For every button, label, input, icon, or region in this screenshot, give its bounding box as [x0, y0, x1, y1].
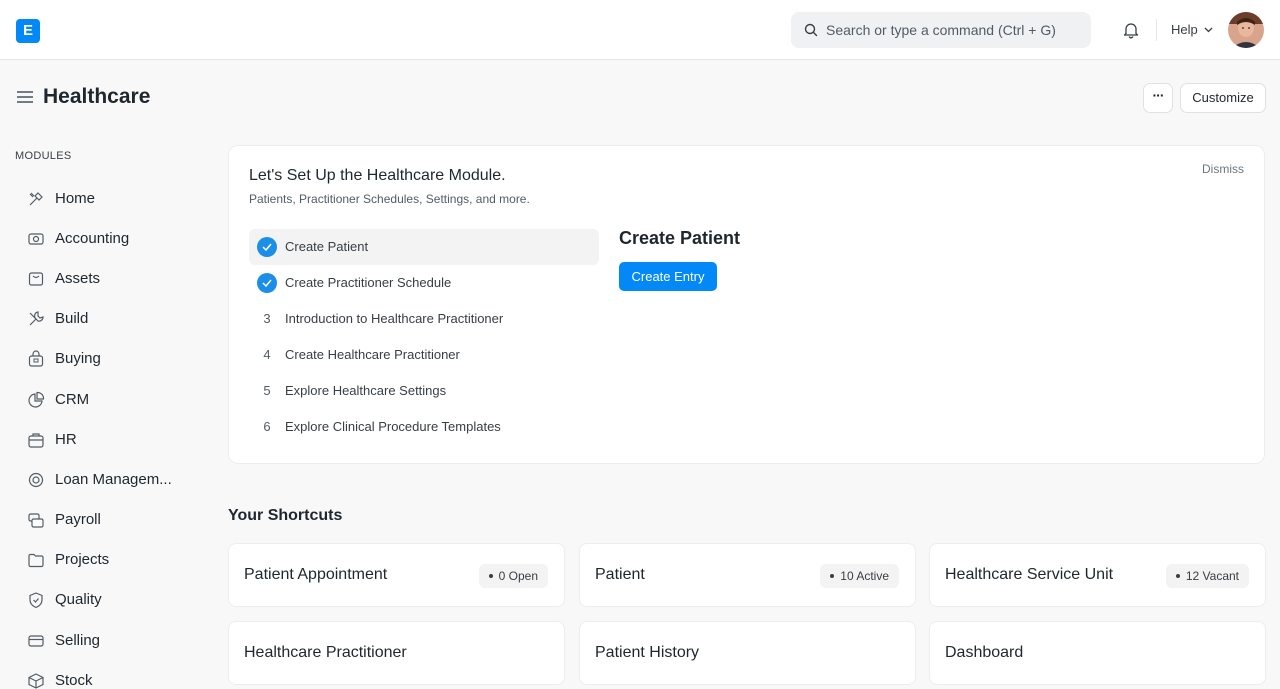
shortcut-card[interactable]: Healthcare Service Unit 12 Vacant: [929, 543, 1266, 607]
sidebar-item-label: Home: [55, 190, 96, 207]
sidebar-item-label: Payroll: [55, 511, 101, 528]
card-icon: [28, 635, 44, 647]
sidebar-item-label: Projects: [55, 551, 110, 568]
check-icon: [257, 237, 277, 257]
briefcase-icon: [28, 433, 44, 448]
step-detail-title: Create Patient: [619, 228, 741, 248]
sidebar-item-label: Stock: [55, 672, 93, 689]
status-badge: 10 Active: [820, 564, 899, 588]
folder-icon: [28, 553, 44, 568]
sidebar-item-home[interactable]: Home: [27, 187, 207, 211]
tools-icon: [29, 192, 43, 206]
package-icon: [28, 673, 44, 689]
step-number: 5: [263, 383, 271, 398]
onboarding-step[interactable]: 6 Explore Clinical Procedure Templates: [249, 409, 599, 445]
shortcut-label: Healthcare Practitioner: [244, 644, 407, 661]
shortcut-card[interactable]: Patient 10 Active: [579, 543, 916, 607]
bag-icon: [28, 350, 44, 367]
shortcut-label: Patient: [595, 566, 645, 583]
shield-icon: [29, 592, 43, 609]
hamburger-menu-icon[interactable]: [16, 89, 34, 105]
sidebar-item-label: HR: [55, 431, 77, 448]
page-title: Healthcare: [43, 85, 151, 108]
shortcuts-heading: Your Shortcuts: [228, 507, 343, 524]
sidebar-item-label: Build: [55, 310, 89, 327]
onboarding-subtitle: Patients, Practitioner Schedules, Settin…: [249, 192, 530, 206]
sidebar-item-crm[interactable]: CRM: [27, 388, 207, 412]
sidebar-item-loan-management[interactable]: Loan Managem...: [27, 468, 207, 492]
shortcut-card[interactable]: Patient Appointment 0 Open: [228, 543, 565, 607]
step-label: Introduction to Healthcare Practitioner: [285, 311, 504, 326]
step-label: Explore Clinical Procedure Templates: [285, 419, 501, 434]
more-actions-button[interactable]: ···: [1143, 83, 1173, 113]
status-badge: 0 Open: [478, 564, 548, 588]
navbar-divider: [1156, 19, 1157, 41]
stack-icon: [28, 513, 44, 528]
sidebar-item-accounting[interactable]: Accounting: [27, 227, 207, 251]
status-badge: 12 Vacant: [1165, 564, 1249, 588]
sidebar-item-stock[interactable]: Stock: [27, 669, 207, 689]
search-bar[interactable]: Search or type a command (Ctrl + G): [791, 12, 1091, 48]
dismiss-link[interactable]: Dismiss: [1202, 162, 1244, 176]
customize-button[interactable]: Customize: [1180, 83, 1266, 113]
sidebar-item-label: Accounting: [55, 230, 130, 247]
search-placeholder: Search or type a command (Ctrl + G): [826, 22, 1056, 38]
step-number: 3: [263, 311, 271, 326]
help-label: Help: [1171, 22, 1198, 37]
step-number: 4: [263, 347, 271, 362]
sidebar-item-quality[interactable]: Quality: [27, 588, 207, 612]
onboarding-card: Let's Set Up the Healthcare Module. Pati…: [228, 145, 1265, 464]
sidebar-item-label: Selling: [55, 632, 101, 649]
sidebar-item-hr[interactable]: HR: [27, 428, 207, 452]
sidebar-item-projects[interactable]: Projects: [27, 548, 207, 572]
onboarding-step[interactable]: 5 Explore Healthcare Settings: [249, 373, 599, 409]
step-number: 6: [263, 419, 271, 434]
onboarding-step[interactable]: Create Practitioner Schedule: [249, 265, 599, 301]
sidebar-item-label: Assets: [55, 270, 101, 287]
shortcut-label: Healthcare Service Unit: [945, 566, 1114, 583]
step-label: Create Healthcare Practitioner: [285, 347, 460, 362]
sidebar-section-label: MODULES: [15, 150, 72, 162]
shortcut-card[interactable]: Healthcare Practitioner: [228, 621, 565, 685]
shortcut-card[interactable]: Patient History: [579, 621, 916, 685]
onboarding-step[interactable]: Create Patient: [249, 229, 599, 265]
sidebar-item-label: CRM: [55, 391, 90, 408]
step-label: Explore Healthcare Settings: [285, 383, 447, 398]
sidebar-item-assets[interactable]: Assets: [27, 267, 207, 291]
onboarding-title: Let's Set Up the Healthcare Module.: [249, 167, 506, 184]
step-label: Create Practitioner Schedule: [285, 275, 452, 290]
shortcut-card[interactable]: Dashboard: [929, 621, 1266, 685]
create-entry-button[interactable]: Create Entry: [619, 262, 717, 291]
user-avatar[interactable]: [1228, 12, 1264, 48]
shortcut-label: Patient Appointment: [244, 566, 388, 583]
sidebar-item-label: Loan Managem...: [55, 471, 172, 488]
app-logo[interactable]: E: [16, 19, 40, 43]
pie-chart-icon: [28, 391, 45, 408]
money-icon: [28, 233, 44, 245]
coins-icon: [28, 472, 44, 488]
sidebar-item-label: Buying: [55, 350, 101, 367]
onboarding-step[interactable]: 3 Introduction to Healthcare Practitione…: [249, 301, 599, 337]
sidebar-item-buying[interactable]: Buying: [27, 347, 207, 371]
search-icon: [804, 23, 818, 37]
check-icon: [257, 273, 277, 293]
wrench-icon: [29, 311, 44, 326]
sidebar-item-payroll[interactable]: Payroll: [27, 508, 207, 532]
sidebar-item-selling[interactable]: Selling: [27, 629, 207, 653]
shortcut-label: Patient History: [595, 644, 700, 661]
sidebar-item-build[interactable]: Build: [27, 307, 207, 331]
sidebar-item-label: Quality: [55, 591, 102, 608]
box-icon: [28, 272, 44, 286]
onboarding-step[interactable]: 4 Create Healthcare Practitioner: [249, 337, 599, 373]
step-label: Create Patient: [285, 239, 369, 254]
shortcut-label: Dashboard: [945, 644, 1024, 661]
chevron-down-icon: [1204, 27, 1213, 33]
notification-bell-icon[interactable]: [1121, 20, 1141, 40]
help-menu[interactable]: Help: [1171, 22, 1213, 37]
top-navbar: E Search or type a command (Ctrl + G) He…: [0, 0, 1280, 60]
